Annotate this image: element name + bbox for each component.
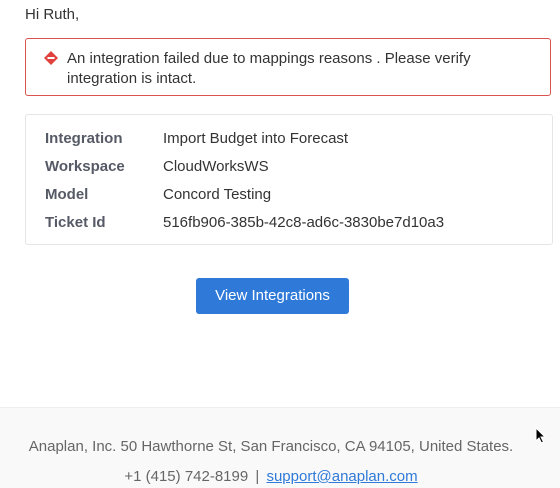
detail-label: Integration xyxy=(45,130,123,147)
detail-label: Model xyxy=(45,186,89,203)
alert-message: An integration failed due to mappings re… xyxy=(67,50,471,87)
detail-value: Import Budget into Forecast xyxy=(163,130,349,147)
footer-separator: | xyxy=(255,468,260,485)
integration-details-card: Integration Import Budget into Forecast … xyxy=(25,114,553,245)
warning-diamond-icon xyxy=(44,51,58,65)
error-alert: An integration failed due to mappings re… xyxy=(25,38,551,96)
view-integrations-button[interactable]: View Integrations xyxy=(196,278,349,314)
detail-value: Concord Testing xyxy=(163,186,272,203)
detail-value: CloudWorksWS xyxy=(163,158,269,175)
support-email-link[interactable]: support@anaplan.com xyxy=(266,468,417,485)
footer: Anaplan, Inc. 50 Hawthorne St, San Franc… xyxy=(0,407,560,488)
detail-label: Ticket Id xyxy=(45,214,106,231)
detail-value: 516fb906-385b-42c8-ad6c-3830be7d10a3 xyxy=(163,214,445,231)
footer-address: Anaplan, Inc. 50 Hawthorne St, San Franc… xyxy=(28,438,514,455)
detail-label: Workspace xyxy=(45,158,125,175)
greeting-text: Hi Ruth, xyxy=(25,6,80,23)
footer-contact: +1 (415) 742-8199 | support@anaplan.com xyxy=(0,468,542,485)
mouse-cursor-icon xyxy=(535,426,547,444)
footer-phone: +1 (415) 742-8199 xyxy=(124,468,249,485)
